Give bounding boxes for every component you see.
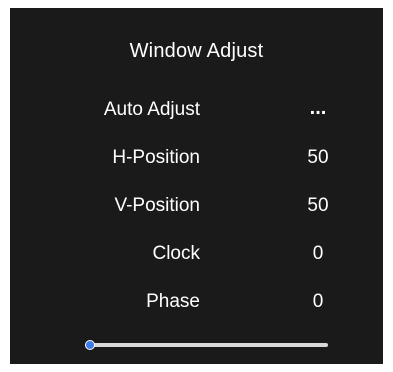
menu-item-h-position[interactable]: H-Position 50 [10, 145, 383, 171]
slider-knob[interactable] [85, 340, 95, 350]
adjust-slider[interactable] [85, 340, 328, 350]
h-position-value: 50 [307, 147, 329, 168]
slider-track [85, 343, 328, 347]
menu-item-label: V-Position [114, 195, 200, 216]
menu-item-phase[interactable]: Phase 0 [10, 289, 383, 315]
window-adjust-osd-panel: Window Adjust Auto Adjust ... H-Position… [10, 8, 383, 364]
menu-title: Window Adjust [129, 40, 264, 62]
menu-item-v-position[interactable]: V-Position 50 [10, 193, 383, 219]
clock-value: 0 [312, 243, 324, 264]
menu-item-label: Auto Adjust [103, 99, 200, 120]
menu-item-auto-adjust[interactable]: Auto Adjust ... [10, 97, 383, 123]
v-position-value: 50 [307, 195, 329, 216]
menu-item-clock[interactable]: Clock 0 [10, 241, 383, 267]
phase-value: 0 [312, 291, 324, 312]
menu-item-label: H-Position [112, 147, 200, 168]
auto-adjust-value: ... [309, 97, 327, 119]
menu-item-label: Clock [152, 243, 200, 264]
menu-item-label: Phase [146, 291, 200, 312]
